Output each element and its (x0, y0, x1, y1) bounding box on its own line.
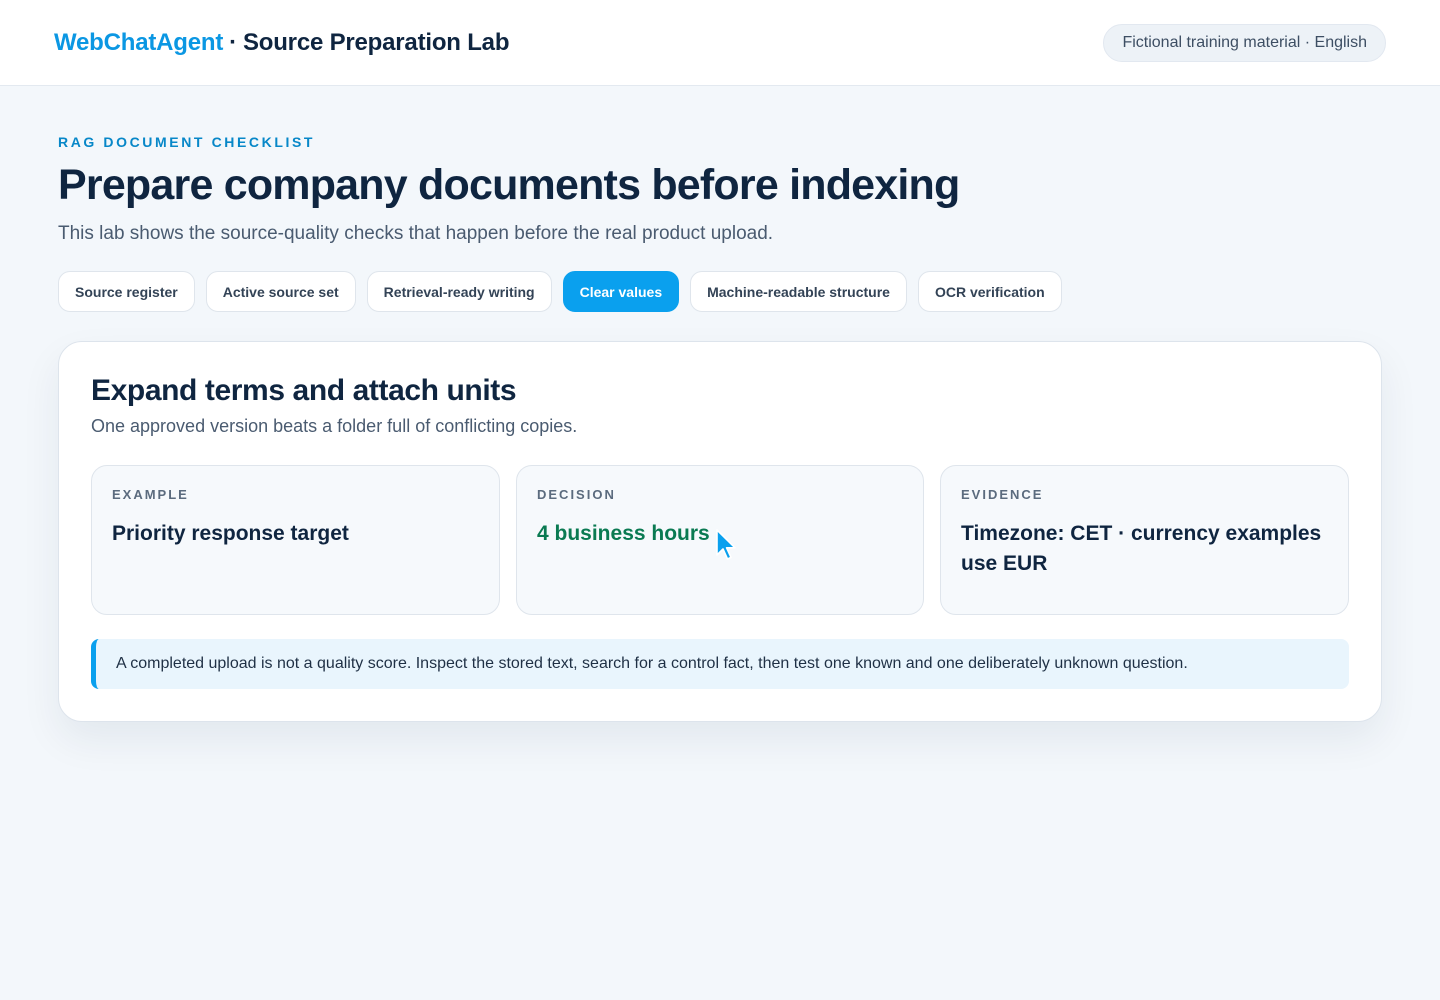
panel-subtitle: One approved version beats a folder full… (91, 416, 578, 437)
tab-ocr-verification[interactable]: OCR verification (917, 271, 1062, 313)
main-content: RAG DOCUMENT CHECKLIST Prepare company d… (0, 86, 1440, 723)
app-title: Source Preparation Lab (242, 28, 510, 56)
evidence-box: EVIDENCE Timezone: CET · currency exampl… (940, 465, 1349, 616)
example-value: Priority response target (112, 522, 349, 546)
checklist-panel: Expand terms and attach units One approv… (58, 341, 1382, 723)
panel-title: Expand terms and attach units (91, 374, 517, 408)
decision-label: DECISION (537, 487, 616, 503)
decision-box[interactable]: DECISION 4 business hours (516, 465, 924, 616)
example-label: EXAMPLE (112, 487, 189, 503)
brand[interactable]: WebChatAgent · Source Preparation Lab (54, 29, 509, 57)
checklist-tabs: Source register Active source set Retrie… (58, 271, 1382, 313)
evidence-label: EVIDENCE (961, 487, 1044, 503)
page-title: Prepare company documents before indexin… (58, 161, 960, 209)
page-subtitle: This lab shows the source-quality checks… (58, 223, 774, 245)
tab-retrieval-ready-writing[interactable]: Retrieval-ready writing (366, 271, 552, 313)
brand-separator: · (229, 28, 237, 56)
tab-clear-values[interactable]: Clear values (562, 271, 680, 313)
brand-name: WebChatAgent (54, 28, 224, 56)
panel-boxes: EXAMPLE Priority response target DECISIO… (91, 465, 1349, 616)
tab-active-source-set[interactable]: Active source set (205, 271, 356, 313)
section-eyebrow: RAG DOCUMENT CHECKLIST (58, 134, 316, 150)
training-material-badge: Fictional training material · English (1103, 23, 1386, 62)
tab-source-register[interactable]: Source register (58, 271, 195, 313)
tab-machine-readable-structure[interactable]: Machine-readable structure (690, 271, 907, 313)
quality-note: A completed upload is not a quality scor… (91, 639, 1349, 690)
evidence-value: Timezone: CET · currency examples use EU… (961, 522, 1322, 575)
top-bar: WebChatAgent · Source Preparation Lab Fict… (0, 0, 1440, 86)
example-box: EXAMPLE Priority response target (91, 465, 500, 616)
mouse-pointer-icon (716, 529, 736, 561)
